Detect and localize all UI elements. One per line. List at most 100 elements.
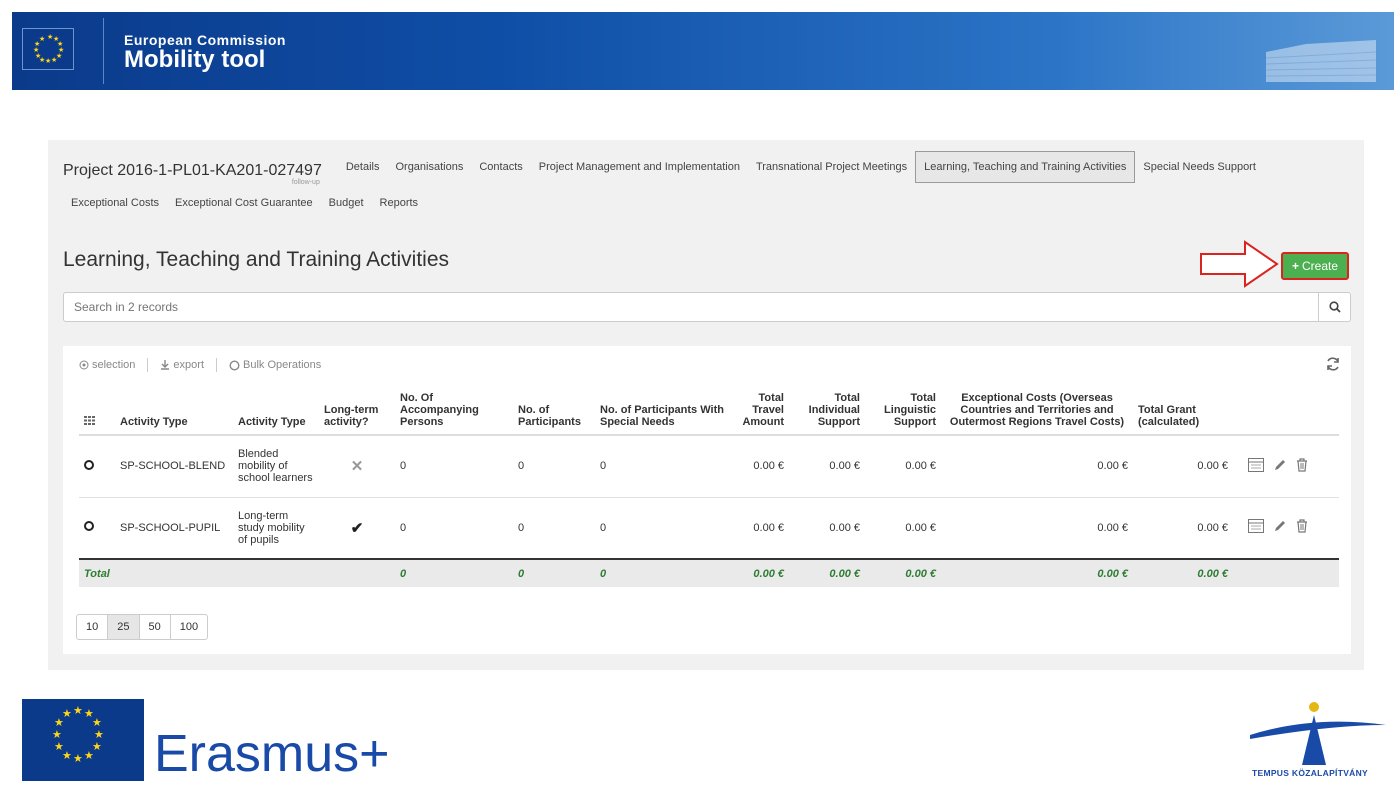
- header-actions: [1233, 388, 1339, 436]
- search-bar: [63, 292, 1351, 322]
- row-select-radio[interactable]: [84, 521, 94, 532]
- travel-cell: 0.00 €: [731, 497, 789, 560]
- special-needs-cell: 0: [595, 497, 731, 560]
- delete-icon[interactable]: [1296, 458, 1308, 472]
- linguistic-cell: 0.00 €: [865, 497, 941, 560]
- linguistic-cell: 0.00 €: [865, 435, 941, 498]
- building-image: [1266, 40, 1376, 82]
- details-icon[interactable]: [1248, 519, 1264, 534]
- project-subtitle: follow-up: [291, 179, 320, 186]
- bulk-operations-button[interactable]: Bulk Operations: [229, 359, 321, 371]
- plus-icon: +: [1291, 259, 1299, 273]
- tab-learning-activities[interactable]: Learning, Teaching and Training Activiti…: [915, 151, 1136, 183]
- special-needs-cell: 0: [595, 435, 731, 498]
- total-grant: 0.00 €: [1133, 558, 1233, 587]
- tab-project-management[interactable]: Project Management and Implementation: [531, 147, 748, 187]
- create-label: Create: [1301, 259, 1339, 273]
- header-activity-type-desc[interactable]: Activity Type: [233, 388, 319, 436]
- page-size-50[interactable]: 50: [140, 615, 171, 639]
- toolbar-separator: [147, 358, 149, 372]
- header-individual[interactable]: Total Individual Support: [789, 388, 865, 436]
- svg-text:★: ★: [39, 35, 45, 43]
- bulk-label: Bulk Operations: [243, 359, 322, 371]
- edit-icon[interactable]: [1273, 458, 1287, 472]
- delete-icon[interactable]: [1296, 519, 1308, 533]
- row-select-radio[interactable]: [84, 459, 94, 470]
- individual-cell: 0.00 €: [789, 497, 865, 560]
- header-total-grant[interactable]: Total Grant (calculated): [1133, 388, 1233, 436]
- svg-text:★: ★: [73, 752, 83, 765]
- total-special-needs: 0: [595, 558, 731, 587]
- header-activity-type[interactable]: Activity Type: [115, 388, 233, 436]
- project-page: Project 2016-1-PL01-KA201-027497 follow-…: [48, 140, 1364, 670]
- project-id: Project 2016-1-PL01-KA201-027497: [63, 162, 322, 179]
- grant-cell: 0.00 €: [1133, 435, 1233, 498]
- page-size-100[interactable]: 100: [171, 615, 207, 639]
- total-individual: 0.00 €: [789, 558, 865, 587]
- tab-exceptional-cost-guarantee[interactable]: Exceptional Cost Guarantee: [167, 189, 321, 217]
- tab-row-1: Project 2016-1-PL01-KA201-027497 follow-…: [63, 147, 1264, 187]
- tab-exceptional-costs[interactable]: Exceptional Costs: [63, 189, 167, 217]
- column-chooser[interactable]: [79, 388, 115, 436]
- banner-app-title: Mobility tool: [124, 46, 266, 73]
- page-size-10[interactable]: 10: [77, 615, 109, 639]
- tab-contacts[interactable]: Contacts: [471, 147, 530, 187]
- tab-organisations[interactable]: Organisations: [387, 147, 471, 187]
- header-long-term[interactable]: Long-term activity?: [319, 388, 395, 436]
- selection-button[interactable]: selection: [79, 359, 135, 371]
- cross-icon: ✕: [350, 458, 364, 476]
- header-accompanying[interactable]: No. Of Accompanying Persons: [395, 388, 513, 436]
- create-button[interactable]: + Create: [1281, 252, 1349, 280]
- table-row: SP-SCHOOL-BLEND Blended mobility of scho…: [79, 435, 1339, 498]
- svg-text:★: ★: [52, 728, 62, 741]
- tab-budget[interactable]: Budget: [321, 189, 372, 217]
- activity-desc: Blended mobility of school learners: [233, 435, 319, 498]
- tab-reports[interactable]: Reports: [372, 189, 427, 217]
- page-size-selector: 10 25 50 100: [76, 614, 209, 640]
- svg-text:★: ★: [51, 56, 57, 64]
- svg-text:★: ★: [54, 740, 64, 753]
- target-icon: [79, 360, 89, 370]
- page-size-25[interactable]: 25: [108, 615, 140, 639]
- search-button[interactable]: [1318, 293, 1350, 321]
- table-header-row: Activity Type Activity Type Long-term ac…: [79, 388, 1339, 436]
- svg-text:★: ★: [73, 704, 83, 717]
- refresh-icon[interactable]: [1325, 356, 1341, 372]
- search-icon: [1328, 301, 1341, 313]
- total-accompanying: 0: [395, 558, 513, 587]
- table-toolbar: selection export Bulk Operations: [79, 358, 321, 372]
- activity-desc: Long-term study mobility of pupils: [233, 497, 319, 560]
- participants-cell: 0: [513, 497, 595, 560]
- edit-icon[interactable]: [1273, 519, 1287, 533]
- total-linguistic: 0.00 €: [865, 558, 941, 587]
- toolbar-separator: [216, 358, 217, 372]
- export-button[interactable]: export: [160, 359, 204, 371]
- arrow-pointer-icon: [1200, 240, 1279, 288]
- download-icon: [161, 360, 170, 370]
- tempus-logo: TEMPUS KÖZALAPÍTVÁNY: [1240, 695, 1390, 785]
- total-row: Total 0 0 0 0.00 € 0.00 € 0.00 € 0.00 € …: [79, 558, 1339, 587]
- tab-row-2: Exceptional Costs Exceptional Cost Guara…: [63, 189, 426, 217]
- eu-flag-logo: ★ ★ ★ ★ ★ ★ ★ ★ ★ ★ ★ ★: [22, 699, 144, 781]
- header-special-needs[interactable]: No. of Participants With Special Needs: [595, 388, 731, 436]
- tab-details[interactable]: Details: [338, 147, 388, 187]
- table-row: SP-SCHOOL-PUPIL Long-term study mobility…: [79, 497, 1339, 560]
- activities-panel: selection export Bulk Operations Activit…: [63, 346, 1351, 654]
- tab-transnational-meetings[interactable]: Transnational Project Meetings: [748, 147, 915, 187]
- search-input[interactable]: [64, 293, 1314, 321]
- tab-special-needs[interactable]: Special Needs Support: [1135, 147, 1264, 187]
- eu-flag-icon: ★ ★ ★ ★ ★ ★ ★ ★ ★ ★ ★ ★: [22, 28, 74, 70]
- tempus-name: TEMPUS KÖZALAPÍTVÁNY: [1252, 768, 1369, 778]
- activities-table: Activity Type Activity Type Long-term ac…: [79, 388, 1339, 587]
- svg-text:★: ★: [54, 716, 64, 729]
- header-participants[interactable]: No. of Participants: [513, 388, 595, 436]
- grid-icon: [84, 416, 95, 425]
- header-linguistic[interactable]: Total Linguistic Support: [865, 388, 941, 436]
- export-label: export: [173, 359, 204, 371]
- erasmus-logo: Erasmus+: [154, 725, 390, 783]
- header-exceptional[interactable]: Exceptional Costs (Overseas Countries an…: [941, 388, 1133, 436]
- row-actions: [1238, 457, 1308, 472]
- details-icon[interactable]: [1248, 457, 1264, 472]
- page-title: Learning, Teaching and Training Activiti…: [63, 248, 450, 271]
- header-travel[interactable]: Total Travel Amount: [731, 388, 789, 436]
